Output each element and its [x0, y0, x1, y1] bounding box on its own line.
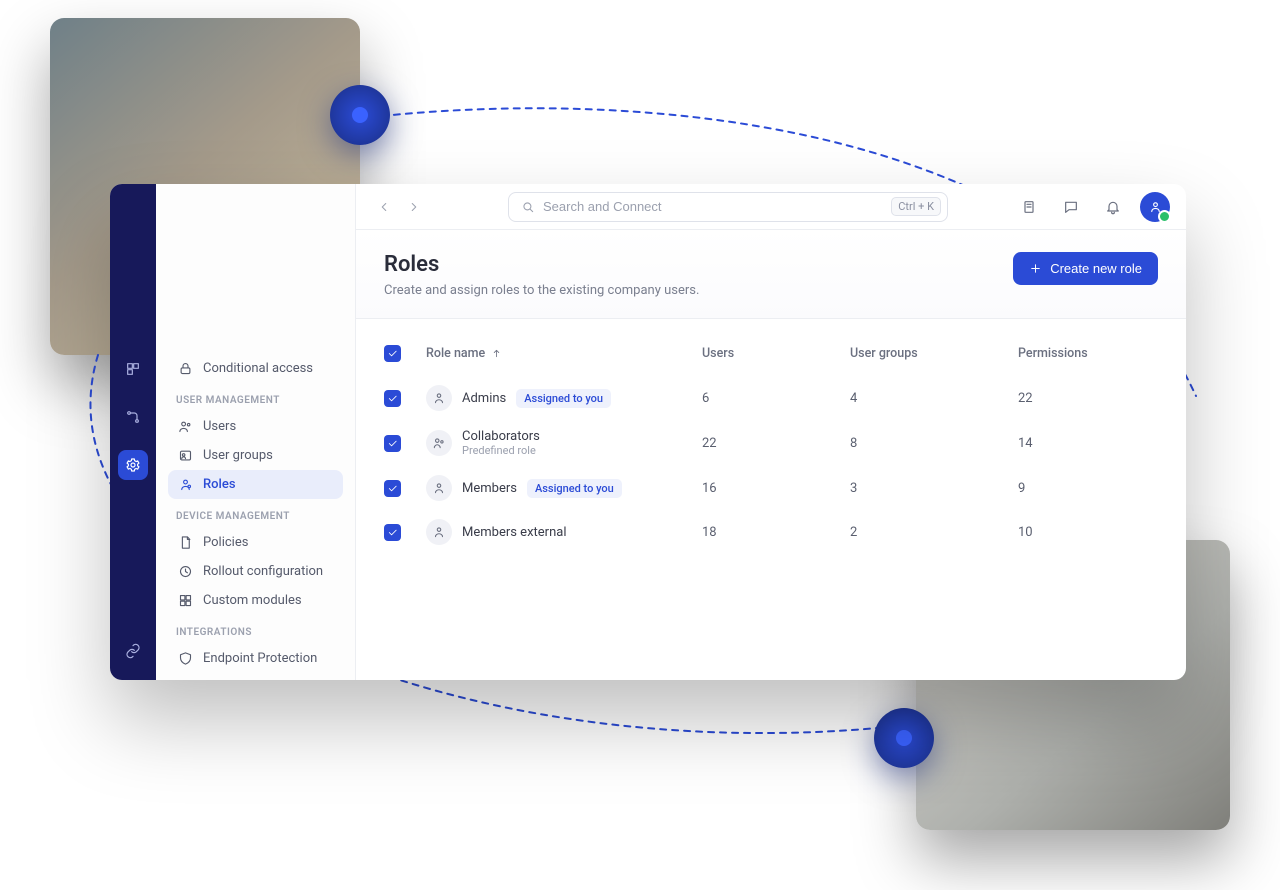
- row-checkbox[interactable]: [384, 480, 401, 497]
- topbar: Ctrl + K: [356, 184, 1186, 230]
- main-content: Ctrl + K Roles Create and assign roles t…: [356, 184, 1186, 680]
- sort-asc-icon: [491, 348, 502, 359]
- assigned-badge: Assigned to you: [527, 479, 622, 498]
- avatar[interactable]: [1140, 192, 1170, 222]
- role-name: Members: [462, 481, 517, 496]
- page-subtitle: Create and assign roles to the existing …: [384, 283, 699, 298]
- column-users[interactable]: Users: [702, 346, 842, 361]
- button-label: Create new role: [1050, 261, 1142, 276]
- nav-label: Roles: [203, 477, 236, 492]
- search-input[interactable]: [543, 199, 883, 214]
- users-count: 18: [702, 525, 842, 540]
- nav-label: User groups: [203, 448, 273, 463]
- users-count: 6: [702, 391, 842, 406]
- plus-icon: [1029, 262, 1042, 275]
- app-window: Conditional access USER MANAGEMENT Users…: [110, 184, 1186, 680]
- table-row[interactable]: Members Assigned to you 16 3 9: [384, 466, 1158, 510]
- bell-icon[interactable]: [1098, 192, 1128, 222]
- nav-label: Users: [203, 419, 236, 434]
- permissions-count: 14: [1018, 436, 1158, 451]
- sidebar-item-custom-modules[interactable]: Custom modules: [168, 586, 343, 615]
- page-header: Roles Create and assign roles to the exi…: [356, 230, 1186, 319]
- permissions-count: 10: [1018, 525, 1158, 540]
- nav-section-device-management: DEVICE MANAGEMENT: [168, 499, 343, 528]
- rail-item-settings[interactable]: [118, 450, 148, 480]
- sidebar-item-user-groups[interactable]: User groups: [168, 441, 343, 470]
- permissions-count: 9: [1018, 481, 1158, 496]
- create-new-role-button[interactable]: Create new role: [1013, 252, 1158, 285]
- users-count: 22: [702, 436, 842, 451]
- role-icon: [426, 519, 452, 545]
- row-checkbox[interactable]: [384, 390, 401, 407]
- nav-label: Custom modules: [203, 593, 302, 608]
- table-row[interactable]: Collaborators Predefined role 22 8 14: [384, 420, 1158, 466]
- connector-node-bottom: [874, 708, 934, 768]
- groups-count: 8: [850, 436, 1010, 451]
- role-icon: [426, 475, 452, 501]
- column-user-groups[interactable]: User groups: [850, 346, 1010, 361]
- search-shortcut: Ctrl + K: [891, 197, 941, 216]
- roles-table: Role name Users User groups Permissions …: [356, 319, 1186, 572]
- search-icon: [521, 200, 535, 214]
- role-icon: [426, 430, 452, 456]
- role-icon: [426, 385, 452, 411]
- role-subtext: Predefined role: [462, 444, 540, 457]
- groups-count: 4: [850, 391, 1010, 406]
- connector-node-top: [330, 85, 390, 145]
- sidebar: Conditional access USER MANAGEMENT Users…: [156, 184, 356, 680]
- search-bar[interactable]: Ctrl + K: [508, 192, 948, 222]
- sidebar-item-policies[interactable]: Policies: [168, 528, 343, 557]
- groups-count: 2: [850, 525, 1010, 540]
- column-role-name[interactable]: Role name: [426, 346, 694, 361]
- sidebar-item-rollout-configuration[interactable]: Rollout configuration: [168, 557, 343, 586]
- users-count: 16: [702, 481, 842, 496]
- docs-icon[interactable]: [1014, 192, 1044, 222]
- nav-section-integrations: INTEGRATIONS: [168, 615, 343, 644]
- nav-label: Conditional access: [203, 361, 313, 376]
- sidebar-item-users[interactable]: Users: [168, 412, 343, 441]
- role-name: Collaborators: [462, 429, 540, 444]
- role-name: Admins: [462, 391, 506, 406]
- sidebar-item-roles[interactable]: Roles: [168, 470, 343, 499]
- table-row[interactable]: Members external 18 2 10: [384, 510, 1158, 554]
- sidebar-item-endpoint-protection[interactable]: Endpoint Protection: [168, 644, 343, 673]
- column-permissions[interactable]: Permissions: [1018, 346, 1158, 361]
- rail-item-dashboard[interactable]: [118, 354, 148, 384]
- groups-count: 3: [850, 481, 1010, 496]
- nav-back-button[interactable]: [372, 195, 396, 219]
- rail-item-integrations[interactable]: [118, 636, 148, 666]
- role-name: Members external: [462, 525, 566, 540]
- permissions-count: 22: [1018, 391, 1158, 406]
- page-title: Roles: [384, 252, 699, 277]
- nav-rail: [110, 184, 156, 680]
- nav-forward-button[interactable]: [402, 195, 426, 219]
- row-checkbox[interactable]: [384, 435, 401, 452]
- rail-item-workflows[interactable]: [118, 402, 148, 432]
- nav-label: Policies: [203, 535, 248, 550]
- chat-icon[interactable]: [1056, 192, 1086, 222]
- table-header: Role name Users User groups Permissions: [384, 337, 1158, 376]
- sidebar-item-conditional-access[interactable]: Conditional access: [168, 354, 343, 383]
- nav-label: Rollout configuration: [203, 564, 323, 579]
- select-all-checkbox[interactable]: [384, 345, 401, 362]
- row-checkbox[interactable]: [384, 524, 401, 541]
- nav-section-user-management: USER MANAGEMENT: [168, 383, 343, 412]
- assigned-badge: Assigned to you: [516, 389, 611, 408]
- table-row[interactable]: Admins Assigned to you 6 4 22: [384, 376, 1158, 420]
- nav-label: Endpoint Protection: [203, 651, 317, 666]
